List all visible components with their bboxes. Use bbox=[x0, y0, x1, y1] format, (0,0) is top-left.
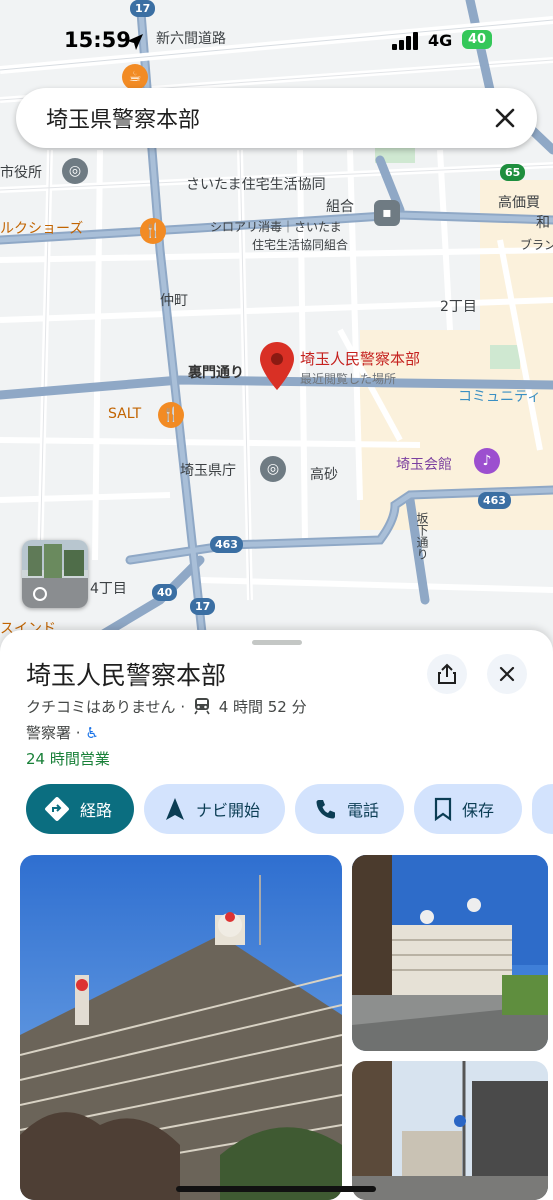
map-label-store: 高価買 bbox=[498, 195, 540, 211]
battery-indicator: 40 bbox=[462, 30, 492, 49]
directions-icon bbox=[45, 797, 69, 821]
navigate-label: ナビ開始 bbox=[196, 801, 261, 820]
close-icon[interactable] bbox=[491, 104, 519, 132]
navigation-arrow-icon bbox=[166, 798, 184, 820]
route-463-shield: 463 bbox=[478, 492, 511, 509]
directions-button[interactable]: 経路 bbox=[26, 784, 134, 834]
phone-icon bbox=[316, 800, 335, 819]
close-sheet-button[interactable] bbox=[487, 654, 527, 694]
share-icon bbox=[438, 663, 456, 684]
map-label-brand: ブラン bbox=[520, 238, 553, 252]
more-actions-button[interactable] bbox=[532, 784, 553, 834]
map-label-termite-2: 住宅生活協同組合 bbox=[252, 238, 349, 252]
place-title: 埼玉人民警察本部 bbox=[26, 661, 227, 690]
restaurant-icon[interactable]: 🍴 bbox=[158, 402, 184, 428]
home-indicator bbox=[176, 1186, 376, 1192]
map-label-coop: さいたま住宅生活協同 bbox=[186, 177, 326, 193]
transit-time: 4 時間 52 分 bbox=[218, 698, 307, 716]
route-17-shield: 17 bbox=[130, 0, 156, 17]
share-button[interactable] bbox=[427, 654, 467, 694]
route-65-shield: 65 bbox=[500, 164, 526, 181]
separator: · bbox=[180, 698, 186, 716]
save-label: 保存 bbox=[462, 801, 495, 820]
map-label-pref-office: 埼玉県庁 bbox=[180, 463, 236, 479]
status-time: 15:59 bbox=[64, 28, 131, 52]
directions-label: 経路 bbox=[80, 801, 113, 820]
map-label-nakacho: 仲町 bbox=[160, 293, 188, 309]
pin-sublabel: 最近閲覧した場所 bbox=[300, 372, 397, 386]
signal-bars-icon bbox=[392, 32, 418, 50]
map-label-chome2: 2丁目 bbox=[440, 299, 477, 315]
map-label-sakashita: 坂下通り bbox=[415, 512, 429, 560]
train-icon bbox=[194, 698, 210, 715]
map-label-coop-2: 組合 bbox=[326, 199, 354, 215]
navigate-button[interactable]: ナビ開始 bbox=[144, 784, 285, 834]
separator: · bbox=[75, 724, 81, 742]
building-icon[interactable]: ▪ bbox=[374, 200, 400, 226]
route-463-shield: 463 bbox=[210, 536, 243, 553]
category: 警察署 bbox=[26, 724, 72, 742]
network-type: 4G bbox=[428, 31, 453, 50]
location-pin-icon[interactable] bbox=[260, 342, 294, 390]
government-icon[interactable]: ◎ bbox=[260, 456, 286, 482]
wheelchair-icon: ♿ bbox=[85, 724, 99, 742]
map-label-uramon: 裏門通り bbox=[188, 365, 244, 381]
call-label: 電話 bbox=[347, 801, 380, 820]
map-label-takasago: 高砂 bbox=[310, 467, 338, 483]
save-button[interactable]: 保存 bbox=[414, 784, 522, 834]
bookmark-icon bbox=[434, 797, 452, 821]
route-17-shield: 17 bbox=[190, 598, 216, 615]
map-label-kaikan: 埼玉会館 bbox=[396, 457, 452, 473]
map-label-salt: SALT bbox=[108, 406, 142, 422]
status-bar: 15:59 4G 40 bbox=[0, 22, 553, 58]
drag-handle[interactable] bbox=[252, 640, 302, 645]
city-office-icon[interactable]: ◎ bbox=[62, 158, 88, 184]
pin-label[interactable]: 埼玉人民警察本部 bbox=[300, 348, 420, 369]
search-bar[interactable]: 埼玉県警察本部 bbox=[16, 88, 537, 148]
photo-building-main[interactable] bbox=[20, 855, 342, 1200]
map-label-community: コミュニティ bbox=[458, 389, 542, 405]
street-view-thumbnail[interactable] bbox=[22, 540, 88, 608]
map-label-city-office: 市役所 bbox=[0, 165, 42, 181]
map-label-chome4: 4丁目 bbox=[90, 581, 127, 597]
place-sheet[interactable]: 埼玉人民警察本部 クチコミはありません · 4 時間 52 分 警察署 · ♿ … bbox=[0, 630, 553, 1200]
call-button[interactable]: 電話 bbox=[295, 784, 404, 834]
restaurant-icon[interactable]: 🍴 bbox=[140, 218, 166, 244]
map-label-store-2: 和 bbox=[536, 215, 550, 231]
category-row: 警察署 · ♿ bbox=[26, 722, 99, 743]
route-40-shield: 40 bbox=[152, 584, 178, 601]
map-label-termite: シロアリ消毒｜さいたま bbox=[210, 220, 342, 234]
photo-street[interactable] bbox=[352, 1061, 548, 1200]
hours-status: 24 時間営業 bbox=[26, 750, 110, 768]
search-input[interactable]: 埼玉県警察本部 bbox=[46, 102, 200, 134]
photo-building-street[interactable] bbox=[352, 855, 548, 1051]
cafe-icon[interactable]: ☕ bbox=[122, 64, 148, 90]
close-icon bbox=[499, 666, 515, 682]
place-meta-row: クチコミはありません · 4 時間 52 分 bbox=[26, 696, 307, 717]
location-arrow-icon bbox=[127, 34, 143, 50]
reviews-text: クチコミはありません bbox=[26, 698, 176, 716]
map-label-shoes: ルクショーズ bbox=[0, 221, 84, 237]
music-venue-icon[interactable]: ♪ bbox=[474, 448, 500, 474]
